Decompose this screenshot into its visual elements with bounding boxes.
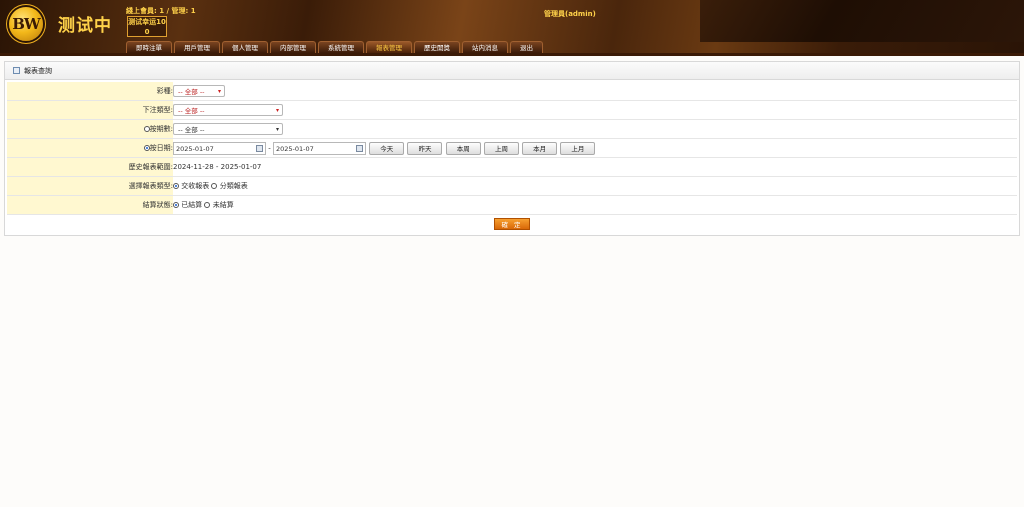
header-decoration (700, 0, 1024, 42)
form-row-lottery: 彩種: -- 全部 -- ▾ (7, 82, 1017, 101)
nav-item-history[interactable]: 歷史開獎 (414, 41, 460, 53)
form-row-period: 按期數: -- 全部 -- ▾ (7, 119, 1017, 139)
date-radio[interactable] (143, 145, 150, 151)
top-header: BW 测试中 綫上會員: 1 / 管理: 1 测试幸运10 0 管理員(admi… (0, 0, 1024, 56)
this-month-button[interactable]: 本月 (522, 141, 558, 155)
last-month-button[interactable]: 上月 (560, 141, 596, 155)
date-from-value: 2025-01-07 (176, 144, 214, 153)
this-week-button[interactable]: 本周 (445, 141, 481, 155)
date-label-cell: 按日期: (7, 138, 173, 158)
period-label-cell: 按期數: (7, 119, 173, 139)
date-separator: - (268, 144, 271, 152)
period-select-value: -- 全部 -- (178, 126, 205, 134)
form-row-submit: 確 定 (7, 215, 1017, 234)
nav-item-logout[interactable]: 退出 (510, 41, 543, 53)
query-form: 彩種: -- 全部 -- ▾ 下注類型: -- 全部 -- ▾ 按期數: -- 全部… (7, 82, 1017, 233)
panel-title: 報表查詢 (24, 66, 52, 75)
calendar-icon[interactable] (356, 144, 363, 152)
chevron-down-icon: ▾ (217, 88, 221, 95)
date-label: 按日期: (149, 144, 173, 152)
badge-line1: 测试幸运10 (128, 18, 166, 26)
badge-line2: 0 (144, 28, 150, 36)
period-label: 按期數: (149, 125, 173, 133)
nav-item-users[interactable]: 用戶管理 (174, 41, 220, 53)
lottery-select-value: -- 全部 -- (178, 88, 205, 96)
report-type-category-radio[interactable] (211, 183, 218, 189)
bettype-label: 下注類型: (7, 100, 173, 120)
date-to-value: 2025-01-07 (276, 144, 314, 153)
admin-user: 管理員(admin) (544, 10, 596, 18)
period-radio[interactable] (143, 126, 150, 132)
range-label: 歷史報表範圍: (7, 157, 173, 177)
logo-text: BW (12, 15, 41, 33)
site-title: 测试中 (58, 16, 112, 36)
report-type-settlement-label: 交收報表 (181, 182, 210, 190)
report-type-settlement-radio[interactable] (173, 183, 179, 189)
header-divider (0, 53, 1024, 56)
nav-item-messages[interactable]: 站内消息 (462, 41, 508, 53)
bettype-select-value: -- 全部 -- (178, 107, 205, 115)
lottery-select[interactable]: -- 全部 -- ▾ (173, 85, 225, 97)
lottery-label: 彩種: (7, 82, 173, 101)
nav-item-internal[interactable]: 内部管理 (270, 41, 316, 53)
range-value: 2024-11-28 - 2025-01-07 (173, 157, 1017, 177)
nav-item-system[interactable]: 系統管理 (318, 41, 364, 53)
unsettled-radio[interactable] (204, 202, 211, 208)
nav-item-live-bets[interactable]: 即時注單 (126, 41, 172, 53)
main-nav: 即時注單 用戶管理 個人管理 内部管理 系統管理 報表管理 歷史開獎 站内消息 … (126, 41, 543, 53)
last-week-button[interactable]: 上周 (483, 141, 519, 155)
chevron-down-icon: ▾ (275, 107, 279, 114)
today-button[interactable]: 今天 (369, 141, 405, 155)
unsettled-label: 未結算 (212, 201, 234, 209)
chevron-down-icon: ▾ (275, 126, 279, 133)
bettype-select[interactable]: -- 全部 -- ▾ (173, 104, 283, 116)
report-type-category-label: 分類報表 (219, 182, 248, 190)
report-type-label: 選擇報表類型: (7, 176, 173, 196)
report-query-panel: 報表查詢 彩種: -- 全部 -- ▾ 下注類型: -- 全部 -- ▾ 按期數: … (4, 61, 1020, 236)
yesterday-button[interactable]: 昨天 (407, 141, 443, 155)
calendar-icon[interactable] (256, 144, 263, 152)
form-row-range: 歷史報表範圍: 2024-11-28 - 2025-01-07 (7, 157, 1017, 177)
settled-label: 已結算 (181, 201, 203, 209)
date-to-input[interactable]: 2025-01-07 (273, 141, 366, 155)
form-row-date: 按日期: 2025-01-07 - 2025-01-07 今天 昨天 本周 上周… (7, 138, 1017, 158)
date-from-input[interactable]: 2025-01-07 (173, 141, 266, 155)
panel-header: 報表查詢 (5, 62, 1019, 80)
settled-radio[interactable] (173, 202, 179, 208)
period-select[interactable]: -- 全部 -- ▾ (173, 123, 283, 135)
logo[interactable]: BW (9, 7, 43, 41)
window-icon (13, 67, 20, 74)
submit-button[interactable]: 確 定 (494, 218, 530, 230)
settle-label: 結算狀態: (7, 195, 173, 215)
nav-item-reports[interactable]: 報表管理 (366, 41, 412, 53)
form-row-bettype: 下注類型: -- 全部 -- ▾ (7, 100, 1017, 120)
form-row-report-type: 選擇報表類型: 交收報表 分類報表 (7, 176, 1017, 196)
form-row-settle: 結算狀態: 已結算 未結算 (7, 195, 1017, 215)
nav-item-personal[interactable]: 個人管理 (222, 41, 268, 53)
online-stats: 綫上會員: 1 / 管理: 1 (126, 7, 196, 15)
lottery-badge[interactable]: 测试幸运10 0 (127, 16, 167, 37)
